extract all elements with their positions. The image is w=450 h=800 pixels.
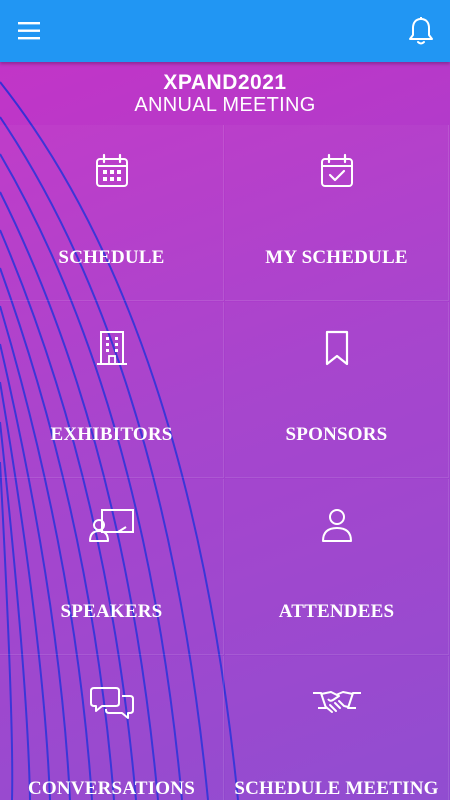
bookmark-icon <box>325 330 348 366</box>
event-header: XPAND2021 ANNUAL MEETING <box>0 71 450 117</box>
event-subtitle: ANNUAL MEETING <box>134 94 316 116</box>
tile-my-schedule[interactable]: MY SCHEDULE <box>225 125 449 301</box>
tile-label: SCHEDULE <box>58 247 165 268</box>
tile-label: CONVERSATIONS <box>28 778 195 799</box>
tile-schedule[interactable]: SCHEDULE <box>0 125 224 301</box>
home-dashboard: XPAND2021 ANNUAL MEETING SCHEDULE MY SCH… <box>0 62 450 800</box>
tile-attendees[interactable]: ATTENDEES <box>225 479 449 655</box>
building-icon <box>96 331 127 365</box>
hamburger-menu-button[interactable] <box>14 17 48 45</box>
notifications-button[interactable] <box>406 15 436 47</box>
tile-label: EXHIBITORS <box>50 424 173 445</box>
handshake-icon <box>312 691 361 713</box>
bell-icon <box>409 17 433 45</box>
event-title: XPAND2021 <box>163 71 287 94</box>
tile-speakers[interactable]: SPEAKERS <box>0 479 224 655</box>
tile-sponsors[interactable]: SPONSORS <box>225 302 449 478</box>
tile-label: SCHEDULE MEETING <box>234 778 439 799</box>
tile-label: MY SCHEDULE <box>265 247 408 268</box>
tile-label: SPONSORS <box>285 424 388 445</box>
calendar-check-icon <box>320 153 353 187</box>
tile-conversations[interactable]: CONVERSATIONS <box>0 656 224 800</box>
presenter-icon <box>88 509 134 542</box>
person-icon <box>321 509 352 542</box>
tile-label: ATTENDEES <box>278 601 395 622</box>
top-app-bar <box>0 0 450 62</box>
tile-label: SPEAKERS <box>60 601 163 622</box>
calendar-icon <box>95 153 128 187</box>
tile-schedule-meeting[interactable]: SCHEDULE MEETING <box>225 656 449 800</box>
hamburger-icon <box>18 22 40 40</box>
chat-bubbles-icon <box>89 687 134 719</box>
tile-exhibitors[interactable]: EXHIBITORS <box>0 302 224 478</box>
